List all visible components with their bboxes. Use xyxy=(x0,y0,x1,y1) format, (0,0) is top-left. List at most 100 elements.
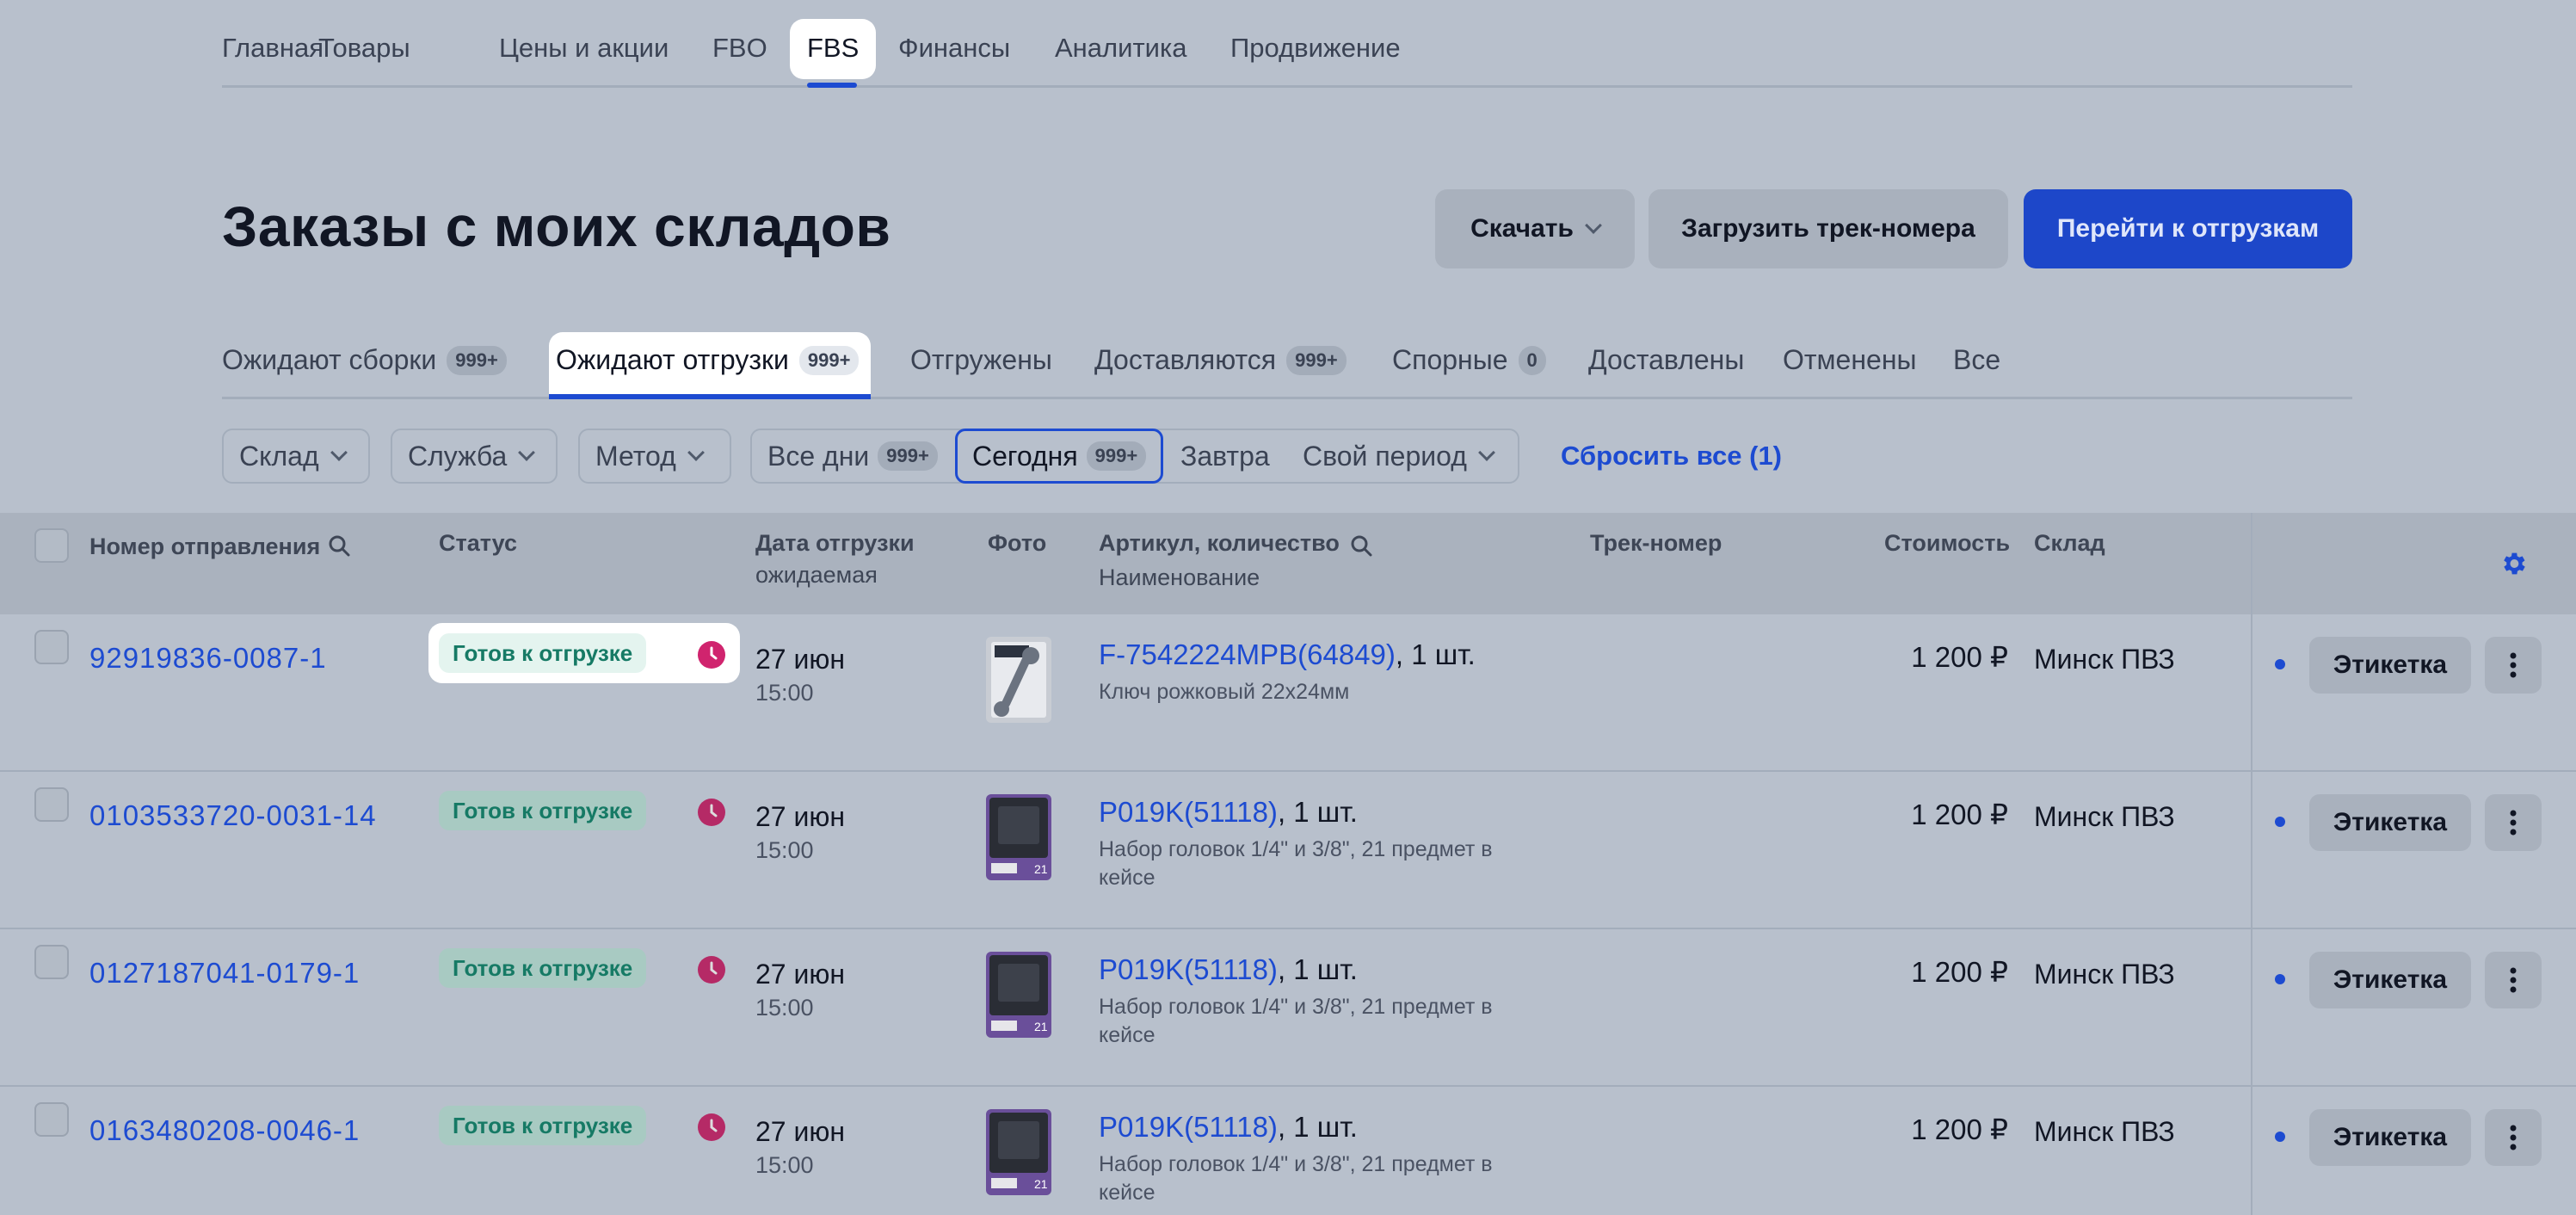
product-photo-socket-set[interactable]: 21 xyxy=(986,1109,1051,1195)
product-photo-socket-set[interactable]: 21 xyxy=(986,794,1051,880)
chevron-down-icon xyxy=(330,444,348,461)
header-ship-date-sub: ожидаемая xyxy=(755,562,878,588)
chevron-down-icon xyxy=(1585,217,1602,234)
nav-item-main[interactable]: Главная xyxy=(222,33,324,64)
quantity: , 1 шт. xyxy=(1277,953,1358,985)
tab-count-badge: 0 xyxy=(1518,345,1546,375)
nav-item-products[interactable]: Товары xyxy=(318,33,410,64)
order-number-link[interactable]: 0163480208-0046-1 xyxy=(89,1114,360,1147)
status-dot xyxy=(2275,974,2285,984)
tab-delivering[interactable]: Доставляются 999+ xyxy=(1094,344,1347,376)
search-icon[interactable] xyxy=(327,533,351,558)
tab-disputed[interactable]: Спорные 0 xyxy=(1392,344,1546,376)
reset-filters-link[interactable]: Сбросить все (1) xyxy=(1561,441,1782,472)
nav-active-underline xyxy=(807,83,857,88)
sku-cell: P019K(51118), 1 шт. xyxy=(1099,953,1358,986)
clock-icon[interactable] xyxy=(697,640,726,669)
header-order-number: Номер отправления xyxy=(89,533,321,559)
warehouse: Минск ПВЗ xyxy=(2034,801,2175,832)
tab-all[interactable]: Все xyxy=(1953,344,2000,376)
ship-date: 27 июн xyxy=(755,644,846,675)
header-track: Трек-номер xyxy=(1590,530,1722,556)
order-number-link[interactable]: 0127187041-0179-1 xyxy=(89,957,360,990)
tab-cancelled[interactable]: Отменены xyxy=(1783,344,1916,376)
ship-time: 15:00 xyxy=(755,680,814,706)
status-dot xyxy=(2275,817,2285,827)
order-number-link[interactable]: 0103533720-0031-14 xyxy=(89,799,377,832)
date-today[interactable]: Сегодня 999+ xyxy=(972,430,1147,482)
date-custom-period[interactable]: Свой период xyxy=(1303,430,1495,482)
nav-item-fbo[interactable]: FBO xyxy=(712,33,767,64)
clock-icon[interactable] xyxy=(697,1113,726,1142)
tab-label: Доставлены xyxy=(1588,344,1745,375)
method-filter[interactable]: Метод xyxy=(578,429,731,484)
order-number-link[interactable]: 92919836-0087-1 xyxy=(89,642,327,675)
tab-shipped[interactable]: Отгружены xyxy=(910,344,1052,376)
page-title: Заказы с моих складов xyxy=(222,194,891,258)
tab-count-badge: 999+ xyxy=(1286,345,1347,375)
date-tomorrow[interactable]: Завтра xyxy=(1180,430,1270,482)
label-button[interactable]: Этикетка xyxy=(2309,637,2471,694)
method-filter-label: Метод xyxy=(595,440,676,472)
status-badge: Готов к отгрузке xyxy=(439,633,647,673)
sku-link[interactable]: P019K(51118) xyxy=(1099,953,1278,985)
more-button[interactable] xyxy=(2485,637,2542,694)
nav-item-promotion[interactable]: Продвижение xyxy=(1230,33,1401,64)
tab-awaiting-shipment[interactable]: Ожидают отгрузки 999+ xyxy=(556,344,860,376)
label-button[interactable]: Этикетка xyxy=(2309,794,2471,851)
date-all-days[interactable]: Все дни 999+ xyxy=(767,430,938,482)
nav-item-prices[interactable]: Цены и акции xyxy=(499,33,669,64)
more-vertical-icon xyxy=(2510,1125,2517,1150)
sku-cell: P019K(51118), 1 шт. xyxy=(1099,796,1358,829)
sku-link[interactable]: P019K(51118) xyxy=(1099,796,1278,828)
row-checkbox[interactable] xyxy=(34,945,69,979)
tab-label: Все xyxy=(1953,344,2001,375)
date-filter-group: Все дни 999+ Сегодня 999+ Завтра Свой пери… xyxy=(750,429,1519,484)
date-today-label: Сегодня xyxy=(972,440,1078,472)
gear-icon[interactable] xyxy=(2499,549,2528,578)
service-filter[interactable]: Служба xyxy=(391,429,558,484)
row-checkbox[interactable] xyxy=(34,630,69,664)
product-photo-socket-set[interactable]: 21 xyxy=(986,952,1051,1038)
nav-item-finance[interactable]: Финансы xyxy=(898,33,1010,64)
tab-label: Отменены xyxy=(1783,344,1917,375)
status-cell-highlight: Готов к отгрузке xyxy=(428,623,740,683)
download-button[interactable]: Скачать xyxy=(1435,189,1635,268)
clock-icon[interactable] xyxy=(697,798,726,827)
download-button-label: Скачать xyxy=(1470,214,1574,243)
go-to-shipments-button[interactable]: Перейти к отгрузкам xyxy=(2024,189,2352,268)
label-button[interactable]: Этикетка xyxy=(2309,1109,2471,1166)
row-checkbox[interactable] xyxy=(34,787,69,822)
sku-link[interactable]: F-7542224MPB(64849) xyxy=(1099,638,1396,670)
warehouse-filter-label: Склад xyxy=(239,440,319,472)
upload-tracks-button[interactable]: Загрузить трек-номера xyxy=(1649,189,2008,268)
svg-text:21: 21 xyxy=(1034,1177,1048,1191)
tab-delivered[interactable]: Доставлены xyxy=(1588,344,1744,376)
row-checkbox[interactable] xyxy=(34,1102,69,1137)
header-price: Стоимость xyxy=(1884,530,2011,556)
top-navigation: Главная Товары Цены и акции FBO FBS Фина… xyxy=(222,0,2352,88)
product-photo-wrench[interactable] xyxy=(986,637,1051,723)
sku-link[interactable]: P019K(51118) xyxy=(1099,1111,1278,1143)
table-header: Номер отправления Статус Дата отгрузки о… xyxy=(0,513,2576,614)
tab-count-badge: 999+ xyxy=(798,345,860,375)
sku-cell: F-7542224MPB(64849), 1 шт. xyxy=(1099,638,1476,671)
column-divider xyxy=(2251,513,2252,1215)
label-button[interactable]: Этикетка xyxy=(2309,952,2471,1008)
more-button[interactable] xyxy=(2485,952,2542,1008)
clock-icon[interactable] xyxy=(697,955,726,984)
nav-item-fbs[interactable]: FBS xyxy=(807,33,859,64)
more-button[interactable] xyxy=(2485,794,2542,851)
tab-label: Ожидают сборки xyxy=(222,344,437,375)
tab-awaiting-assembly[interactable]: Ожидают сборки 999+ xyxy=(222,344,507,376)
ship-time: 15:00 xyxy=(755,837,814,863)
select-all-checkbox[interactable] xyxy=(34,528,69,563)
search-icon[interactable] xyxy=(1349,533,1373,558)
warehouse-filter[interactable]: Склад xyxy=(222,429,370,484)
quantity: , 1 шт. xyxy=(1277,1111,1358,1143)
product-name: Набор головок 1/4" и 3/8", 21 предмет в … xyxy=(1099,995,1493,1047)
nav-item-analytics[interactable]: Аналитика xyxy=(1055,33,1186,64)
more-button[interactable] xyxy=(2485,1109,2542,1166)
chevron-down-icon xyxy=(1477,444,1495,461)
warehouse: Минск ПВЗ xyxy=(2034,644,2175,675)
